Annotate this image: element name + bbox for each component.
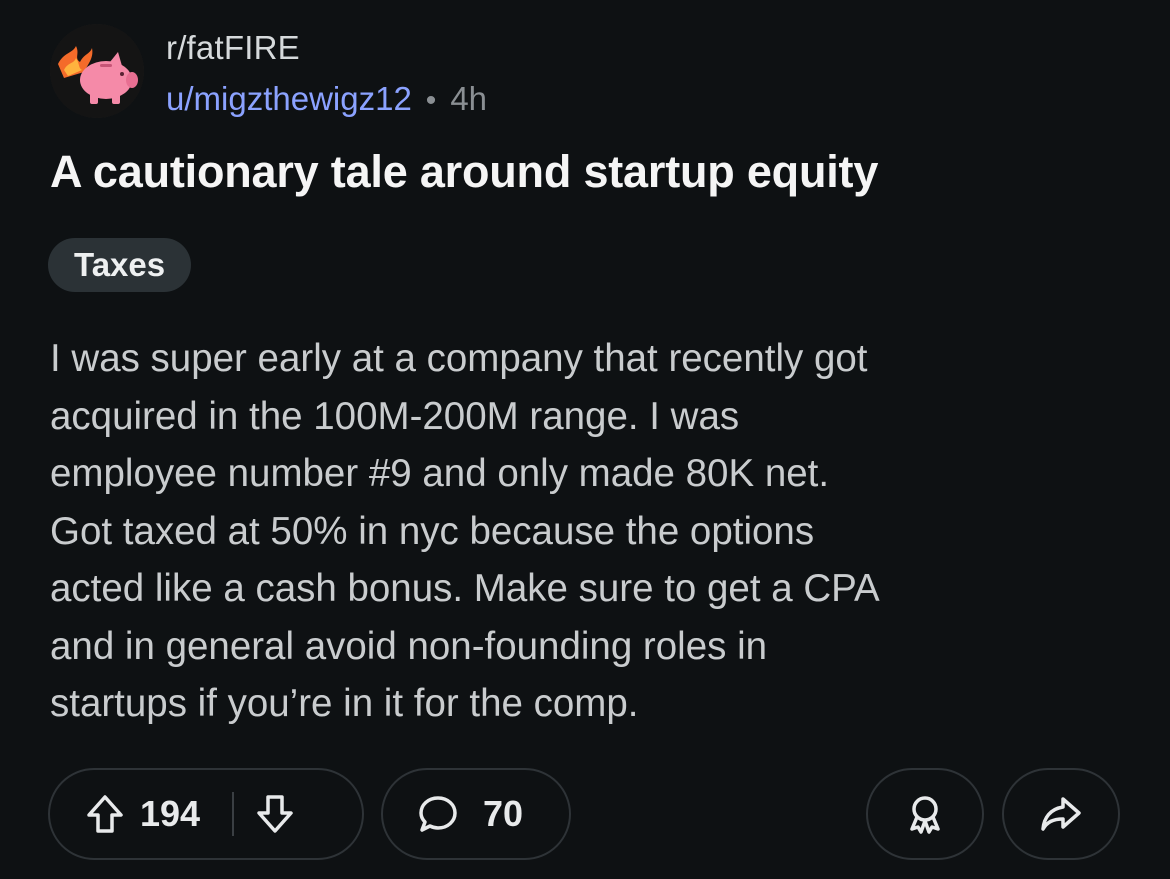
share-arrow-icon (1039, 794, 1083, 834)
vote-bar: 194 (48, 768, 364, 860)
arrow-up-icon[interactable] (86, 794, 124, 834)
award-icon (904, 793, 946, 835)
post-age: 4h (450, 80, 488, 117)
post-meta: u/migzthewigz12 • 4h (166, 80, 487, 118)
meta-separator: • (425, 84, 437, 117)
comment-count: 70 (483, 793, 524, 834)
vote-score: 194 (140, 793, 201, 834)
author-link[interactable]: u/migzthewigz12 (166, 80, 412, 117)
speech-bubble-icon (417, 794, 459, 834)
vote-divider (232, 792, 235, 836)
post-card: r/fatFIRE u/migzthewigz12 • 4h A cautionar… (0, 0, 1170, 879)
subreddit-avatar[interactable] (50, 24, 144, 118)
flaming-piggy-bank-icon (50, 24, 144, 118)
comments-button[interactable]: 70 (381, 768, 571, 860)
award-button[interactable] (866, 768, 984, 860)
arrow-down-icon[interactable] (256, 794, 294, 834)
post-title[interactable]: A cautionary tale around startup equity (50, 146, 1130, 198)
subreddit-name[interactable]: r/fatFIRE (166, 29, 300, 67)
share-button[interactable] (1002, 768, 1120, 860)
post-body: I was super early at a company that rece… (50, 337, 880, 725)
flair-badge[interactable]: Taxes (48, 238, 192, 292)
